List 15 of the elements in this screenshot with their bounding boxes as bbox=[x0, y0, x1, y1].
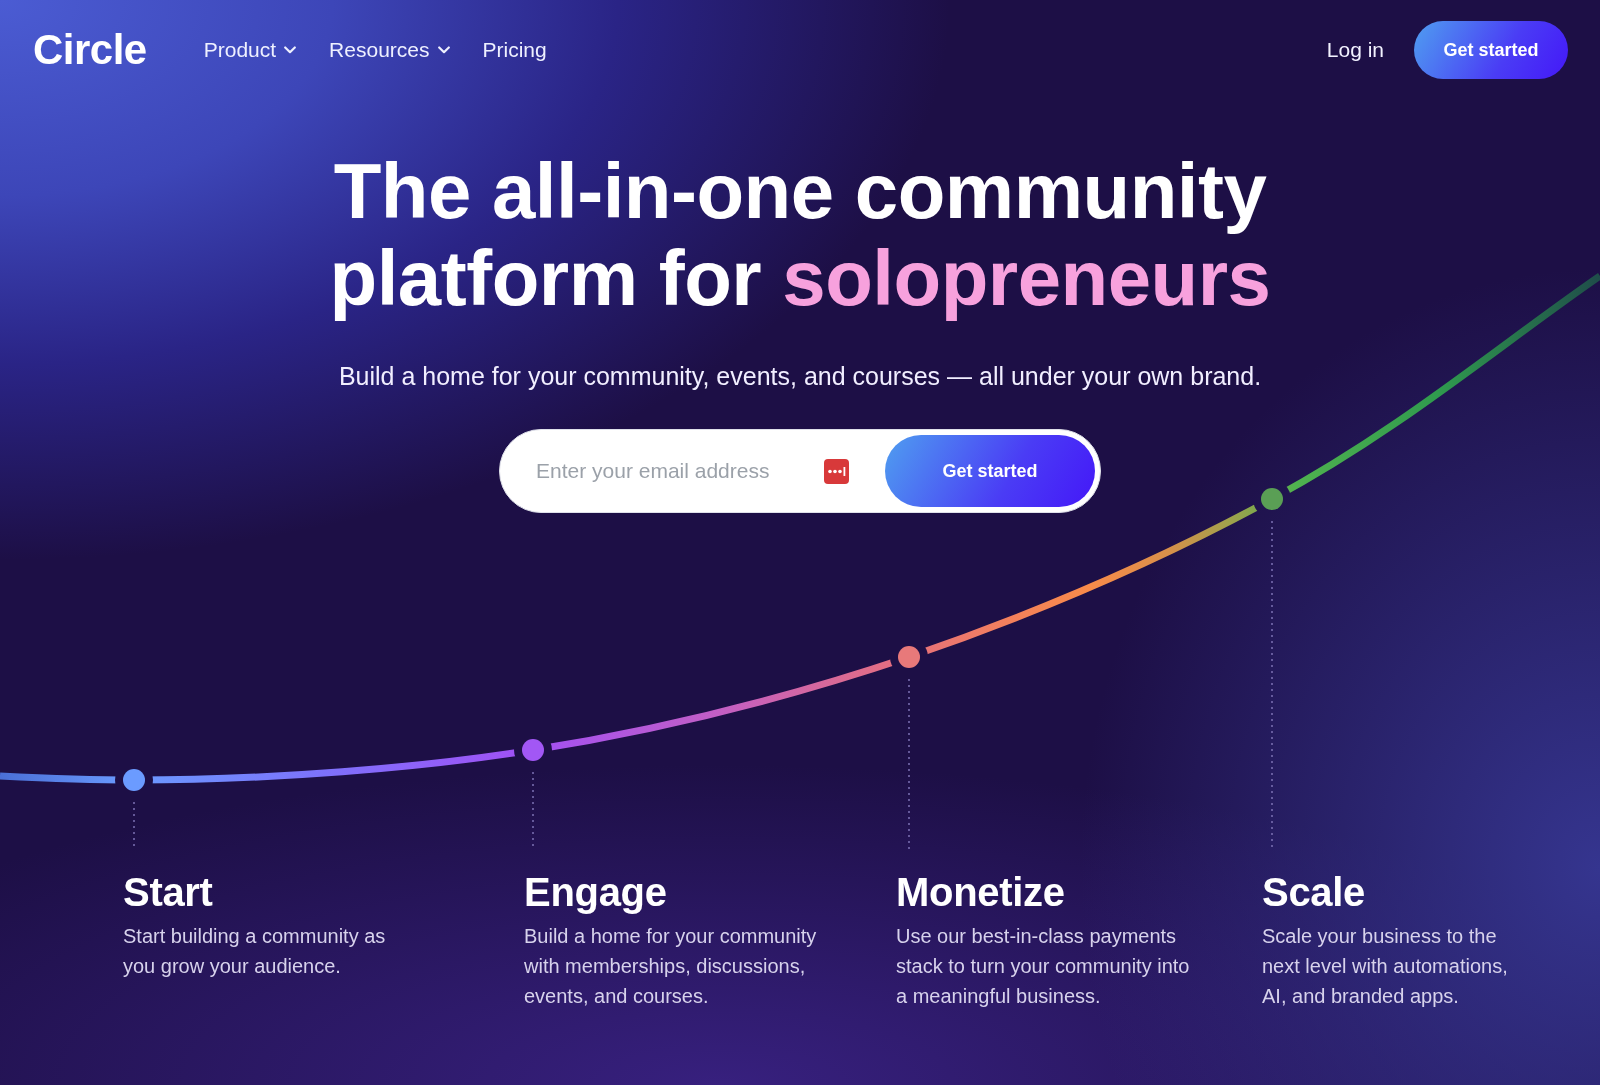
nav-link[interactable]: Resources bbox=[329, 34, 450, 66]
stage-title: Engage bbox=[524, 869, 668, 916]
nav-link[interactable]: Product bbox=[203, 34, 297, 66]
stage-title: Monetize bbox=[896, 869, 1066, 916]
stage-description: Build a home for your community with memberships, discussions, events, and courses. bbox=[524, 924, 818, 1009]
stage-description: Scale your business to the next level with automations, AI, and branded apps. bbox=[1262, 924, 1509, 1009]
get-started-button[interactable]: Get started bbox=[1414, 21, 1568, 79]
logo[interactable]: Circle bbox=[33, 29, 147, 71]
nav-link[interactable]: Pricing bbox=[482, 34, 547, 66]
stage-title: Scale bbox=[1262, 869, 1367, 916]
stage-title: Start bbox=[123, 869, 214, 916]
stage-description: Use our best-in-class payments stack to turn your community into a meaningful business. bbox=[896, 924, 1191, 1009]
login-link[interactable]: Log in bbox=[1326, 34, 1384, 66]
stage-description: Start building a community as you grow your audience. bbox=[123, 924, 387, 979]
hero-heading: The all-in-one community platform for solopreneurs bbox=[328, 148, 1272, 322]
